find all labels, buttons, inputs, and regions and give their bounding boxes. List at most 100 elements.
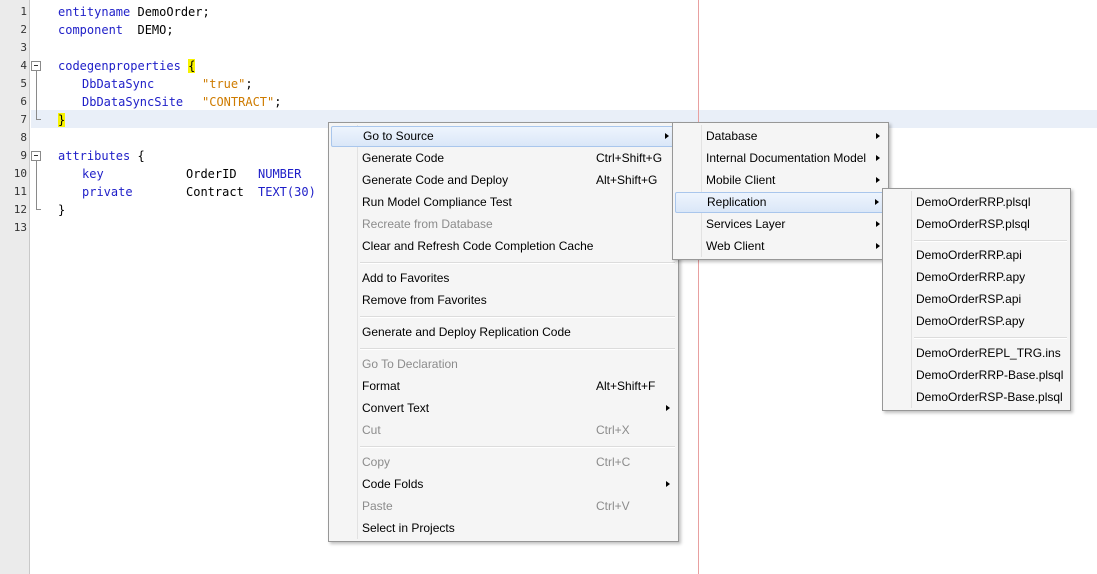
menu-item-label: Replication (707, 195, 767, 209)
menu-item-label: Paste (362, 499, 393, 513)
line-number: 10 (13, 167, 27, 180)
file-item[interactable]: DemoOrderREPL_TRG.ins (885, 343, 1068, 364)
menu-item-label: Go to Source (363, 129, 434, 143)
menu-item-label: Add to Favorites (362, 271, 450, 285)
fold-collapse-icon[interactable] (31, 151, 41, 161)
keyword: DbDataSync (82, 77, 155, 91)
code-line[interactable]: DbDataSyncSite (82, 93, 183, 111)
menu-item-label: DemoOrderREPL_TRG.ins (916, 346, 1061, 360)
menu-item-label: Recreate from Database (362, 217, 493, 231)
line-number: 13 (13, 221, 27, 234)
code-line[interactable]: } (58, 201, 65, 219)
menu-shortcut: Ctrl+X (596, 423, 630, 437)
menu-item-label: Services Layer (706, 217, 786, 231)
menu-shortcut: Alt+Shift+G (596, 173, 658, 187)
code-line[interactable]: attributes { (58, 147, 145, 165)
file-item[interactable]: DemoOrderRSP-Base.plsql (885, 387, 1068, 408)
menu-item-go-to-source[interactable]: Go to Source (331, 126, 676, 147)
code-line-type[interactable]: NUMBER (258, 165, 301, 183)
menu-item-generate-code[interactable]: Generate Code Ctrl+Shift+G (331, 148, 676, 169)
code-line-value[interactable]: "CONTRACT"; (202, 93, 281, 111)
menu-item-generate-replication-code[interactable]: Generate and Deploy Replication Code (331, 322, 676, 343)
file-item[interactable]: DemoOrderRRP.plsql (885, 192, 1068, 213)
line-number: 9 (20, 149, 27, 162)
file-item[interactable]: DemoOrderRSP.apy (885, 311, 1068, 332)
menu-item-label: Convert Text (362, 401, 430, 415)
line-number: 5 (20, 77, 27, 90)
file-item[interactable]: DemoOrderRSP.plsql (885, 214, 1068, 235)
context-menu: Go to Source Generate Code Ctrl+Shift+G G… (328, 122, 679, 542)
replication-submenu: DemoOrderRRP.plsql DemoOrderRSP.plsql De… (882, 188, 1071, 411)
keyword: codegenproperties (58, 59, 181, 73)
code-line-attr[interactable]: OrderID (186, 165, 237, 183)
menu-item-label: DemoOrderRSP.apy (916, 314, 1025, 328)
line-number: 4 (20, 59, 27, 72)
submenu-arrow-icon (876, 155, 880, 161)
menu-shortcut: Ctrl+C (596, 455, 631, 469)
menu-item-select-in-projects[interactable]: Select in Projects (331, 518, 676, 539)
menu-separator (914, 337, 1067, 339)
code-line[interactable]: private (82, 183, 133, 201)
fold-guide-line (36, 161, 37, 209)
menu-item-clear-cache[interactable]: Clear and Refresh Code Completion Cache (331, 236, 676, 257)
keyword: DbDataSyncSite (82, 95, 184, 109)
code-line[interactable]: entityname DemoOrder; (58, 3, 210, 21)
menu-separator (360, 316, 675, 318)
code-line[interactable]: component DEMO; (58, 21, 174, 39)
string-literal: "true" (202, 77, 246, 91)
submenu-item-internal-documentation-model[interactable]: Internal Documentation Model (675, 148, 886, 169)
keyword: entityname (58, 5, 131, 19)
menu-item-remove-from-favorites[interactable]: Remove from Favorites (331, 290, 676, 311)
line-number: 8 (20, 131, 27, 144)
menu-item-run-compliance-test[interactable]: Run Model Compliance Test (331, 192, 676, 213)
menu-item-label: Copy (362, 455, 391, 469)
submenu-arrow-icon (666, 405, 670, 411)
line-number: 2 (20, 23, 27, 36)
submenu-item-mobile-client[interactable]: Mobile Client (675, 170, 886, 191)
menu-item-label: Select in Projects (362, 521, 455, 535)
submenu-arrow-icon (876, 133, 880, 139)
menu-item-add-to-favorites[interactable]: Add to Favorites (331, 268, 676, 289)
submenu-arrow-icon (665, 133, 669, 139)
line-number: 6 (20, 95, 27, 108)
file-item[interactable]: DemoOrderRRP.apy (885, 267, 1068, 288)
menu-shortcut: Ctrl+V (596, 499, 630, 513)
fold-guide-line (36, 71, 37, 119)
type-keyword: NUMBER (258, 167, 302, 181)
code-line[interactable]: codegenproperties { (58, 57, 196, 75)
submenu-item-web-client[interactable]: Web Client (675, 236, 886, 257)
code-line-value[interactable]: "true"; (202, 75, 253, 93)
fold-collapse-icon[interactable] (31, 61, 41, 71)
submenu-arrow-icon (876, 243, 880, 249)
submenu-item-services-layer[interactable]: Services Layer (675, 214, 886, 235)
submenu-item-replication[interactable]: Replication (675, 192, 886, 213)
menu-shortcut: Alt+Shift+F (596, 379, 656, 393)
menu-item-generate-code-and-deploy[interactable]: Generate Code and Deploy Alt+Shift+G (331, 170, 676, 191)
menu-separator (360, 262, 675, 264)
keyword: component (58, 23, 124, 37)
menu-item-convert-text[interactable]: Convert Text (331, 398, 676, 419)
menu-item-format[interactable]: Format Alt+Shift+F (331, 376, 676, 397)
code-line[interactable]: } (58, 111, 66, 129)
string-literal: "CONTRACT" (202, 95, 275, 109)
file-item[interactable]: DemoOrderRRP.api (885, 245, 1068, 266)
code-text: } (58, 203, 66, 217)
menu-item-label: DemoOrderRSP.api (916, 292, 1022, 306)
line-number: 3 (20, 41, 27, 54)
right-margin-line (698, 0, 699, 574)
code-line[interactable]: DbDataSync (82, 75, 154, 93)
file-item[interactable]: DemoOrderRSP.api (885, 289, 1068, 310)
code-text: DemoOrder; (130, 5, 210, 19)
menu-item-label: Generate and Deploy Replication Code (362, 325, 571, 339)
fold-end-marker (36, 119, 41, 120)
code-line[interactable]: key (82, 165, 104, 183)
line-number: 1 (20, 5, 27, 18)
code-line-attr[interactable]: Contract (186, 183, 244, 201)
code-line-type[interactable]: TEXT(30) (258, 183, 316, 201)
menu-item-code-folds[interactable]: Code Folds (331, 474, 676, 495)
menu-item-recreate-from-database: Recreate from Database (331, 214, 676, 235)
file-item[interactable]: DemoOrderRRP-Base.plsql (885, 365, 1068, 386)
submenu-arrow-icon (666, 481, 670, 487)
submenu-item-database[interactable]: Database (675, 126, 886, 147)
menu-item-label: Generate Code and Deploy (362, 173, 509, 187)
